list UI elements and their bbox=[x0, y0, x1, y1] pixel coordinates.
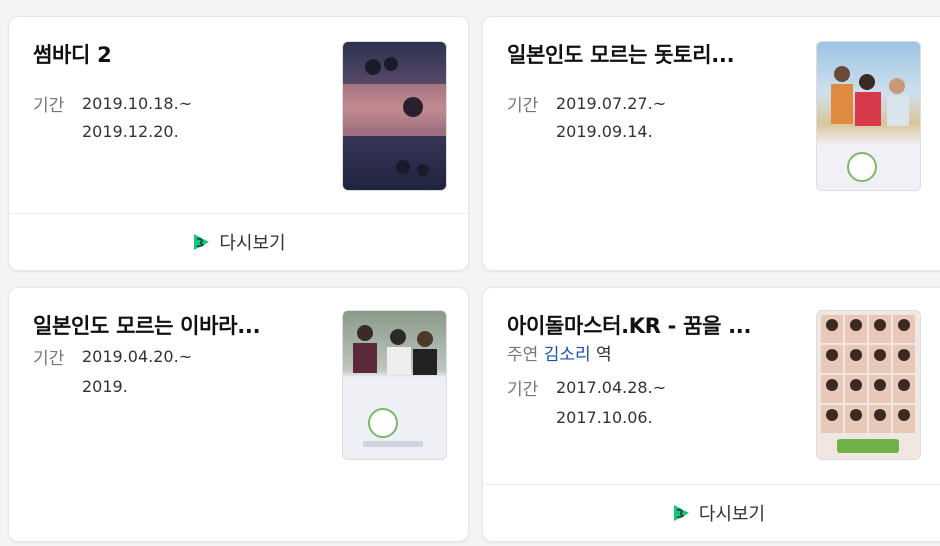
show-card-1[interactable]: 썸바디 2 기간 2019.10.18.~ 2019.12.20. 다시보기 bbox=[8, 16, 469, 271]
poster-art bbox=[343, 57, 446, 176]
show-card-3[interactable]: 일본인도 모르는 이바라... 기간 2019.04.20.~ 2019. bbox=[8, 287, 469, 542]
poster-art bbox=[831, 66, 909, 182]
poster-thumbnail[interactable] bbox=[342, 41, 447, 191]
period-end: 2017.10.06. bbox=[556, 408, 653, 427]
rewatch-button[interactable]: 다시보기 bbox=[483, 484, 940, 541]
period-start: 2019.04.20.~ bbox=[82, 347, 193, 366]
show-title[interactable]: 일본인도 모르는 돗토리... bbox=[507, 39, 735, 69]
cast-label: 주연 bbox=[507, 345, 539, 365]
rewatch-label: 다시보기 bbox=[698, 504, 766, 525]
poster-art bbox=[821, 315, 915, 453]
poster-thumbnail[interactable] bbox=[816, 41, 921, 191]
poster-art bbox=[353, 325, 437, 447]
period-start: 2019.07.27.~ bbox=[556, 94, 667, 113]
cast-line: 주연 김소리 역 bbox=[507, 340, 612, 365]
show-title[interactable]: 아이돌마스터.KR - 꿈을 ... bbox=[507, 310, 751, 340]
show-title[interactable]: 일본인도 모르는 이바라... bbox=[33, 310, 261, 340]
period-start: 2017.04.28.~ bbox=[556, 378, 667, 397]
poster-thumbnail[interactable] bbox=[816, 310, 921, 460]
show-card-2[interactable]: 일본인도 모르는 돗토리... 기간 2019.07.27.~ 2019.09.… bbox=[482, 16, 940, 271]
period-end: 2019. bbox=[82, 377, 128, 396]
rewatch-play-icon bbox=[194, 234, 210, 250]
show-card-4[interactable]: 아이돌마스터.KR - 꿈을 ... 주연 김소리 역 기간 2017.04.2… bbox=[482, 287, 940, 542]
rewatch-label: 다시보기 bbox=[219, 233, 286, 254]
show-title[interactable]: 썸바디 2 bbox=[33, 39, 112, 69]
rewatch-button[interactable]: 다시보기 bbox=[9, 213, 468, 270]
cast-role: 역 bbox=[596, 345, 612, 365]
cast-name-link[interactable]: 김소리 bbox=[544, 345, 591, 365]
period-end: 2019.09.14. bbox=[556, 122, 653, 141]
period-label: 기간 bbox=[33, 96, 65, 116]
period-end: 2019.12.20. bbox=[82, 122, 179, 141]
period-label: 기간 bbox=[507, 96, 539, 116]
period-label: 기간 bbox=[33, 349, 65, 369]
period-start: 2019.10.18.~ bbox=[82, 94, 193, 113]
period-label: 기간 bbox=[507, 380, 539, 400]
rewatch-play-icon bbox=[673, 505, 689, 521]
poster-thumbnail[interactable] bbox=[342, 310, 447, 460]
